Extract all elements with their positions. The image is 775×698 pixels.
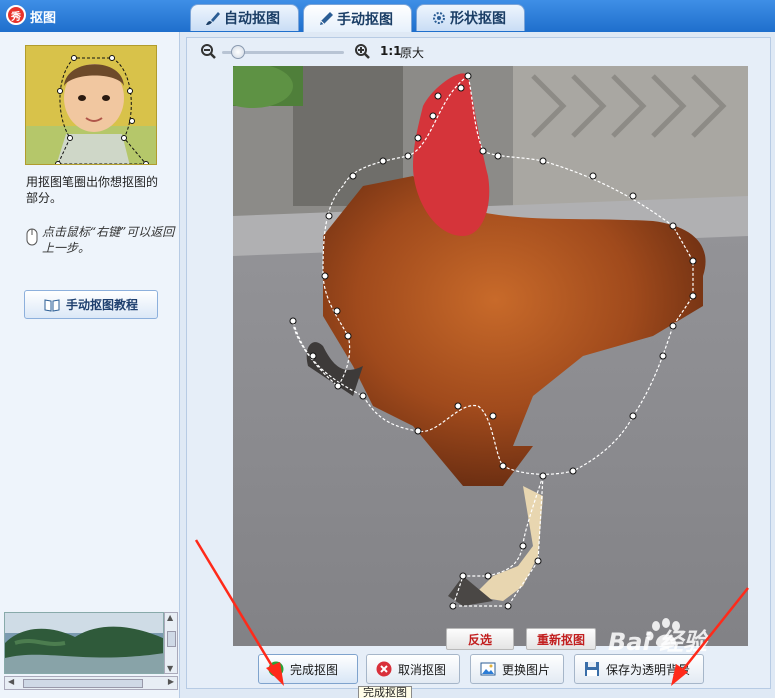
original-size-label[interactable]: 原大 — [400, 44, 424, 61]
invert-selection-button[interactable]: 反选 — [446, 628, 514, 650]
save-disk-icon — [585, 662, 599, 676]
book-icon — [44, 298, 60, 312]
picture-icon — [480, 662, 496, 676]
navigator-horizontal-scrollbar[interactable]: ◀ ▶ — [4, 676, 178, 690]
scroll-down-icon[interactable]: ▼ — [167, 664, 173, 673]
scroll-right-icon[interactable]: ▶ — [168, 677, 174, 686]
watermark-text: Bai 经验 — [608, 628, 708, 656]
check-icon — [268, 661, 284, 677]
instruction-text: 用抠图笔圈出你想抠图的部分。 — [26, 175, 159, 205]
app-logo-icon: 秀 — [6, 5, 26, 25]
window-title: 抠图 — [30, 11, 57, 26]
title-bar: 秀 抠图 自动抠图 手动抠图 形状抠图 — [0, 0, 775, 32]
rooster-photo — [233, 66, 748, 646]
scroll-thumb[interactable] — [167, 631, 176, 647]
pen-icon — [320, 11, 333, 25]
invert-label: 反选 — [467, 632, 492, 647]
tab-label: 形状抠图 — [450, 11, 506, 27]
brush-icon — [206, 12, 220, 25]
tab-manual-cutout[interactable]: 手动抠图 — [303, 4, 412, 32]
left-panel: 用抠图笔圈出你想抠图的部分。 点击鼠标“右键”可以返回上一步。 手动抠图教程 — [0, 32, 180, 698]
scroll-left-icon[interactable]: ◀ — [8, 677, 14, 686]
right-click-hint: 点击鼠标“右键”可以返回上一步。 — [42, 225, 175, 255]
zoom-in-icon[interactable] — [354, 43, 370, 59]
tab-auto-cutout[interactable]: 自动抠图 — [190, 4, 299, 31]
redo-cutout-button[interactable]: 重新抠图 — [526, 628, 596, 650]
redo-label: 重新抠图 — [536, 632, 585, 647]
finish-cutout-button[interactable]: 完成抠图 — [258, 654, 358, 684]
cancel-label: 取消抠图 — [398, 662, 447, 677]
scroll-thumb[interactable] — [23, 679, 143, 688]
cancel-cutout-button[interactable]: 取消抠图 — [366, 654, 460, 684]
scroll-up-icon[interactable]: ▲ — [167, 613, 173, 622]
mode-tabs: 自动抠图 手动抠图 形状抠图 — [190, 4, 529, 32]
tab-label: 手动抠图 — [337, 11, 393, 28]
zoom-slider-handle[interactable] — [230, 45, 245, 59]
zoom-out-icon[interactable] — [200, 43, 216, 59]
replace-image-button[interactable]: 更换图片 — [470, 654, 564, 684]
tab-label: 自动抠图 — [224, 11, 280, 27]
finish-label: 完成抠图 — [290, 662, 339, 677]
editing-canvas[interactable] — [233, 66, 748, 646]
sample-child-photo — [26, 46, 156, 164]
manual-cutout-tutorial-button[interactable]: 手动抠图教程 — [24, 290, 158, 319]
tooltip: 完成抠图 — [358, 686, 412, 698]
gear-shape-icon — [433, 12, 445, 24]
zoom-ratio[interactable]: 1:1 — [380, 44, 402, 58]
zoom-toolbar: 1:1 原大 — [200, 42, 500, 62]
navigator-thumbnail[interactable] — [4, 612, 164, 674]
landscape-thumbnail — [5, 613, 163, 673]
save-transparent-label: 保存为透明背景 — [606, 662, 691, 677]
replace-label: 更换图片 — [502, 662, 551, 677]
tutorial-label: 手动抠图教程 — [65, 298, 138, 312]
sample-image — [25, 45, 157, 165]
tab-shape-cutout[interactable]: 形状抠图 — [416, 4, 525, 31]
navigator-vertical-scrollbar[interactable]: ▲ ▼ — [164, 612, 178, 674]
cancel-icon — [376, 661, 392, 677]
